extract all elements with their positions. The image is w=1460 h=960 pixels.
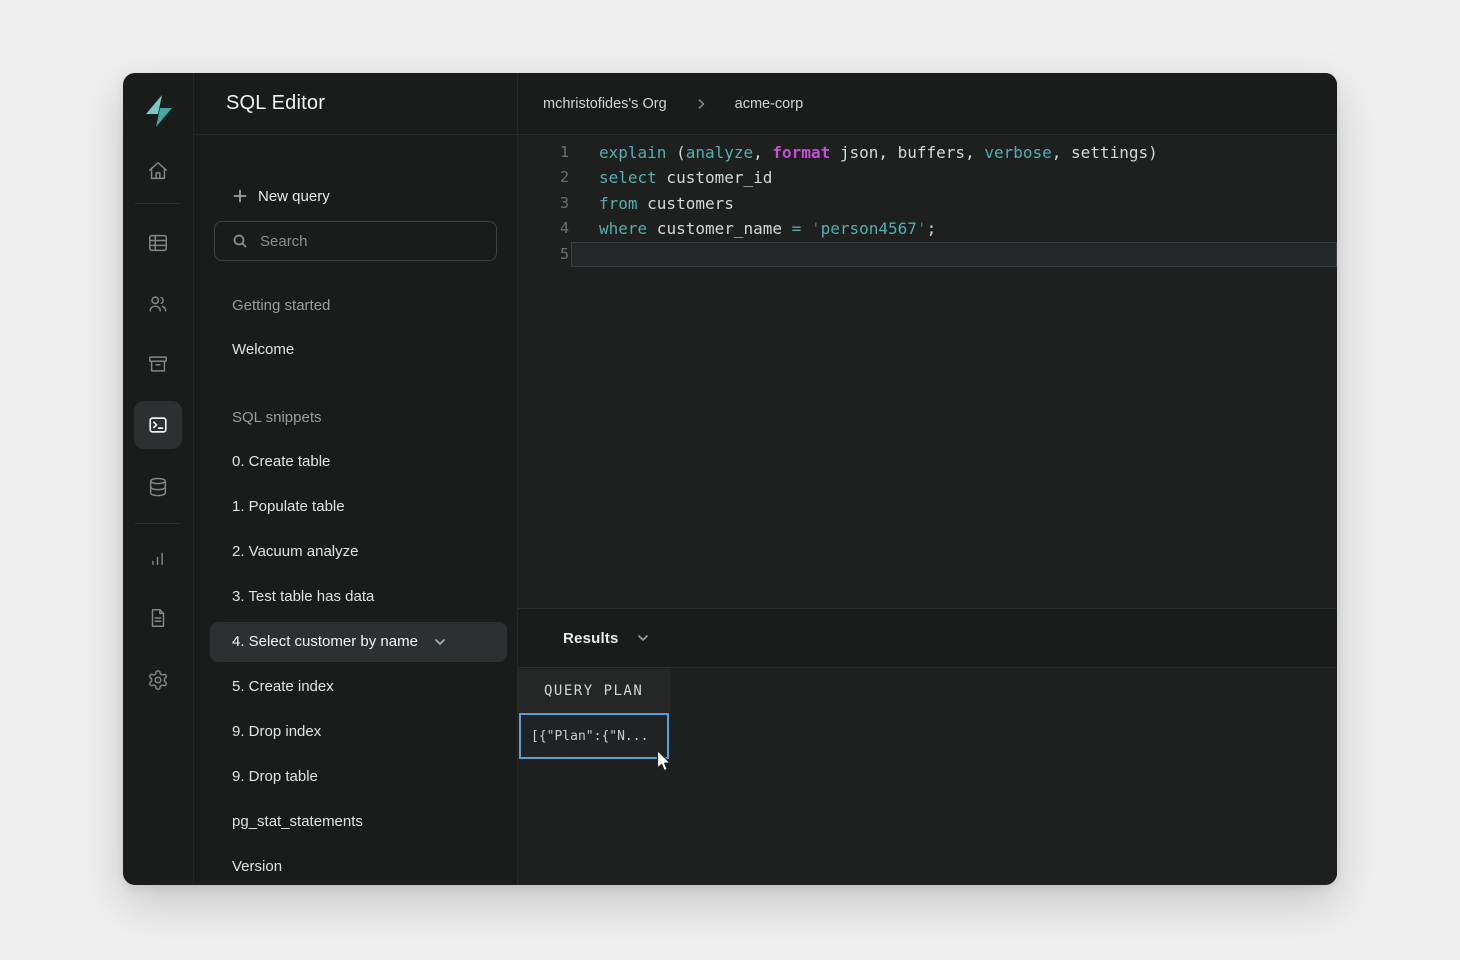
chevron-right-icon (694, 97, 708, 111)
plus-icon (232, 188, 248, 204)
breadcrumb: mchristofides's Org acme-corp (518, 73, 1337, 135)
code-line: 4where customer_name = 'person4567'; (518, 216, 1337, 241)
rail-item-monitoring[interactable] (134, 534, 182, 582)
section-sql-snippets: SQL snippets0. Create table1. Populate t… (194, 395, 517, 885)
results-dropdown[interactable]: Results (518, 608, 1337, 668)
bar-chart-icon (147, 547, 169, 569)
snippet-item[interactable]: 5. Create index (194, 664, 517, 709)
code-line-current: 5 (518, 242, 1337, 267)
snippet-item[interactable]: pg_stat_statements (194, 799, 517, 844)
section-title: Getting started (194, 283, 517, 327)
rail-item-databases[interactable] (134, 463, 182, 511)
line-number: 4 (518, 216, 569, 241)
snippet-item[interactable]: 1. Populate table (194, 484, 517, 529)
rail-divider (135, 523, 181, 524)
code-line: 1explain (analyze, format json, buffers,… (518, 140, 1337, 165)
home-icon (147, 160, 169, 182)
table-icon (147, 232, 169, 254)
new-query-label: New query (258, 188, 330, 205)
page: { "app": { "title": "SQL Editor" }, "bre… (0, 0, 1460, 960)
line-number: 5 (518, 242, 569, 267)
chevron-down-icon (635, 630, 651, 646)
line-number: 1 (518, 140, 569, 165)
users-icon (147, 293, 169, 315)
rail-item-settings[interactable] (134, 656, 182, 704)
snippet-item[interactable]: 0. Create table (194, 439, 517, 484)
document-icon (147, 607, 169, 629)
icon-rail (123, 73, 193, 885)
rail-item-users[interactable] (134, 280, 182, 328)
column-header-query-plan: QUERY PLAN (518, 669, 671, 712)
line-number: 3 (518, 191, 569, 216)
snippet-item[interactable]: Version (194, 844, 517, 885)
app-window: SQL Editor New query Getting startedWelc… (123, 73, 1337, 885)
snippet-item[interactable]: 2. Vacuum analyze (194, 529, 517, 574)
sql-code-editor[interactable]: 1explain (analyze, format json, buffers,… (518, 135, 1337, 608)
gear-icon (147, 669, 169, 691)
snippet-item[interactable]: Welcome (194, 327, 517, 372)
new-query-button[interactable]: New query (232, 183, 330, 209)
terminal-icon (147, 414, 169, 436)
page-title: SQL Editor (226, 92, 325, 115)
rail-item-sql-editor[interactable] (134, 401, 182, 449)
database-icon (147, 476, 169, 498)
editor-column: mchristofides's Org acme-corp 1explain (… (517, 73, 1337, 885)
breadcrumb-org[interactable]: mchristofides's Org (543, 96, 667, 112)
code-line: 3from customers (518, 191, 1337, 216)
section-getting-started: Getting startedWelcome (194, 283, 517, 372)
snippet-item[interactable]: 3. Test table has data (194, 574, 517, 619)
rail-divider (135, 203, 181, 204)
archive-box-icon (147, 353, 169, 375)
panel-header: SQL Editor (194, 73, 517, 135)
snippet-item[interactable]: 4. Select customer by name (194, 619, 517, 664)
search-icon (232, 233, 248, 249)
rail-item-branches[interactable] (134, 340, 182, 388)
results-table: QUERY PLAN [{"Plan":{"N... (518, 668, 1337, 885)
snippet-item-label: 4. Select customer by name (232, 633, 418, 650)
search-box (214, 221, 497, 261)
line-number: 2 (518, 165, 569, 190)
snippets-panel: SQL Editor New query Getting startedWelc… (193, 73, 517, 885)
code-line: 2select customer_id (518, 165, 1337, 190)
rail-item-docs[interactable] (134, 594, 182, 642)
chevron-down-icon (432, 634, 448, 650)
rail-item-tables[interactable] (134, 219, 182, 267)
results-label: Results (563, 630, 619, 647)
snippet-item[interactable]: 9. Drop index (194, 709, 517, 754)
search-input[interactable] (260, 233, 480, 250)
section-title: SQL snippets (194, 395, 517, 439)
breadcrumb-project[interactable]: acme-corp (735, 96, 804, 112)
rail-item-home[interactable] (134, 147, 182, 195)
snippet-item[interactable]: 9. Drop table (194, 754, 517, 799)
brand-logo-icon[interactable] (141, 93, 177, 129)
query-plan-cell[interactable]: [{"Plan":{"N... (519, 713, 669, 759)
